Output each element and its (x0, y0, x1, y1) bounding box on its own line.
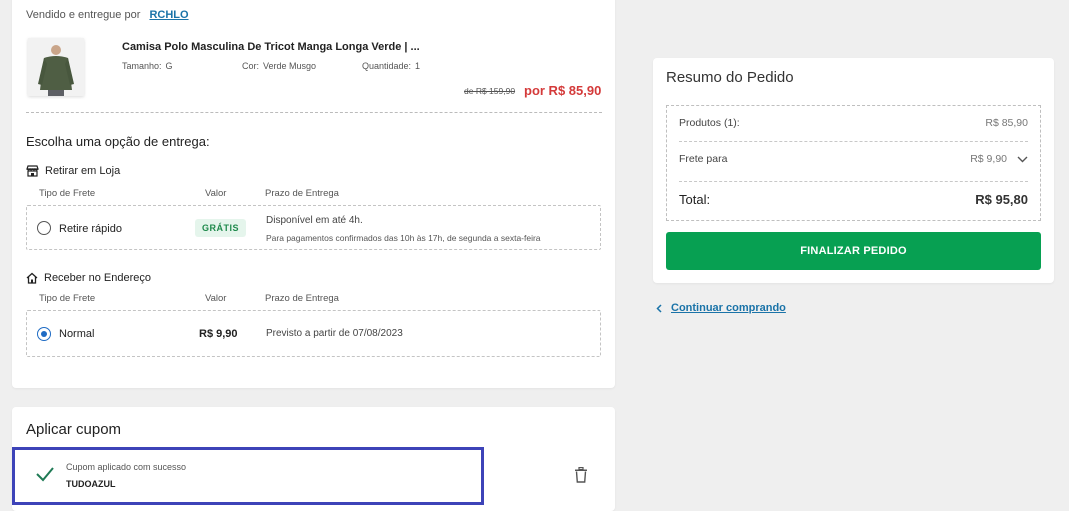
pickup-note: Para pagamentos confirmados das 10h às 1… (266, 233, 541, 243)
total-label: Total: (679, 192, 711, 207)
col-head-value: Valor (205, 293, 227, 304)
pickup-deadline: Disponível em até 4h. (266, 215, 363, 226)
coupon-title: Aplicar cupom (26, 421, 122, 438)
seller-link[interactable]: RCHLO (149, 9, 188, 21)
trash-icon[interactable] (574, 467, 588, 483)
free-badge: GRÁTIS (195, 219, 247, 237)
chevron-down-icon[interactable] (1017, 156, 1028, 163)
col-head-deadline: Prazo de Entrega (265, 293, 339, 304)
coupon-code: TUDOAZUL (66, 479, 116, 489)
home-heading: Receber no Endereço (26, 272, 151, 284)
home-delivery-radio[interactable] (37, 327, 51, 341)
products-label: Produtos (1): (679, 117, 740, 129)
col-head-deadline: Prazo de Entrega (265, 188, 339, 199)
check-icon (36, 467, 54, 482)
applied-coupon: Cupom aplicado com sucesso TUDOAZUL (12, 447, 484, 505)
divider (679, 181, 1028, 182)
home-icon (26, 272, 38, 284)
delivery-section-title: Escolha uma opção de entrega: (26, 134, 210, 149)
coupon-card: Aplicar cupom Cupom aplicado com sucesso… (12, 407, 615, 511)
total-row: Total: R$ 95,80 (679, 192, 1028, 207)
continue-shopping-label: Continuar comprando (671, 302, 786, 314)
product-color: Cor: Verde Musgo (242, 61, 317, 71)
shipping-value: R$ 9,90 (970, 153, 1007, 165)
coupon-success-message: Cupom aplicado com sucesso (66, 462, 187, 472)
products-row: Produtos (1): R$ 85,90 (679, 117, 1028, 129)
continue-shopping-link[interactable]: Continuar comprando (656, 302, 786, 314)
summary-title: Resumo do Pedido (666, 69, 794, 86)
col-head-type: Tipo de Frete (39, 188, 96, 199)
shipping-label: Frete para (679, 153, 728, 165)
total-value: R$ 95,80 (975, 192, 1028, 207)
cart-items-card: Vendido e entregue por RCHLO Camisa Polo… (12, 0, 615, 388)
store-icon (26, 165, 39, 177)
col-head-value: Valor (205, 188, 227, 199)
seller-info: Vendido e entregue por RCHLO (26, 9, 189, 21)
pickup-heading: Retirar em Loja (26, 165, 120, 177)
shipping-value: R$ 9,90 (199, 328, 238, 340)
pickup-radio[interactable] (37, 221, 51, 235)
products-value: R$ 85,90 (985, 117, 1028, 129)
chevron-left-icon (656, 303, 662, 313)
old-price: de R$ 159,90 (464, 86, 516, 96)
product-size: Tamanho: G (122, 61, 173, 71)
product-name[interactable]: Camisa Polo Masculina De Tricot Manga Lo… (122, 41, 420, 53)
pickup-option-label: Retire rápido (59, 223, 122, 235)
finish-order-button[interactable]: FINALIZAR PEDIDO (666, 232, 1041, 270)
product-quantity: Quantidade: 1 (362, 61, 421, 71)
home-deadline: Previsto a partir de 07/08/2023 (266, 328, 403, 339)
shipping-row[interactable]: Frete para R$ 9,90 (679, 153, 1028, 165)
home-delivery-option[interactable]: Normal R$ 9,90 Previsto a partir de 07/0… (26, 310, 601, 357)
summary-box: Produtos (1): R$ 85,90 Frete para R$ 9,9… (666, 105, 1041, 221)
seller-prefix: Vendido e entregue por (26, 9, 141, 21)
product-image[interactable] (28, 38, 84, 96)
pickup-option[interactable]: Retire rápido GRÁTIS Disponível em até 4… (26, 205, 601, 250)
divider (26, 112, 602, 113)
current-price: por R$ 85,90 (524, 83, 602, 98)
col-head-type: Tipo de Frete (39, 293, 96, 304)
order-summary-card: Resumo do Pedido Produtos (1): R$ 85,90 … (653, 58, 1054, 283)
home-option-label: Normal (59, 328, 95, 340)
divider (679, 141, 1028, 142)
